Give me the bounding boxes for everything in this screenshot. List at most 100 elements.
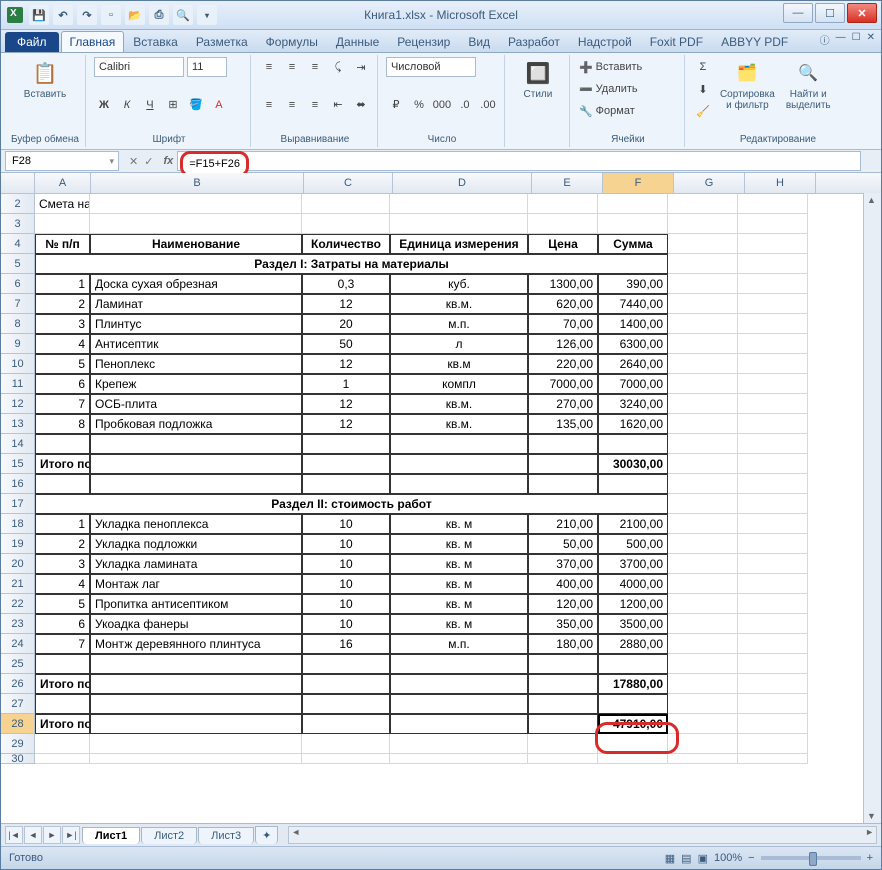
cell[interactable]: Пеноплекс bbox=[90, 354, 302, 374]
sheet-nav-prev-icon[interactable]: ◄ bbox=[24, 826, 42, 844]
cell[interactable]: Итого по материалам bbox=[35, 454, 90, 474]
row-header[interactable]: 3 bbox=[1, 214, 35, 234]
zoom-level[interactable]: 100% bbox=[714, 852, 742, 864]
cell[interactable]: 10 bbox=[302, 574, 390, 594]
cell[interactable]: 3 bbox=[35, 554, 90, 574]
cell[interactable] bbox=[598, 734, 668, 754]
cell[interactable] bbox=[738, 414, 808, 434]
col-header-b[interactable]: B bbox=[91, 173, 304, 193]
cell[interactable] bbox=[90, 714, 302, 734]
cell[interactable]: Раздел I: Затраты на материалы bbox=[35, 254, 668, 274]
tab-home[interactable]: Главная bbox=[61, 31, 125, 52]
sheet-tab-3[interactable]: Лист3 bbox=[198, 827, 254, 844]
cell[interactable] bbox=[90, 674, 302, 694]
cell[interactable]: 10 bbox=[302, 614, 390, 634]
cell[interactable] bbox=[668, 754, 738, 764]
file-tab[interactable]: Файл bbox=[5, 32, 59, 52]
cell[interactable] bbox=[528, 694, 598, 714]
cell[interactable]: 270,00 bbox=[528, 394, 598, 414]
open-icon[interactable]: 📂 bbox=[125, 5, 145, 25]
cell[interactable]: 50 bbox=[302, 334, 390, 354]
cell[interactable] bbox=[668, 214, 738, 234]
cell[interactable] bbox=[35, 434, 90, 454]
doc-minimize-icon[interactable]: — bbox=[836, 32, 846, 47]
row-header[interactable]: 25 bbox=[1, 654, 35, 674]
cell[interactable] bbox=[302, 194, 390, 214]
cell[interactable] bbox=[668, 634, 738, 654]
cell[interactable] bbox=[668, 674, 738, 694]
cell[interactable] bbox=[668, 514, 738, 534]
cell[interactable] bbox=[668, 314, 738, 334]
cell[interactable] bbox=[528, 214, 598, 234]
cell[interactable] bbox=[35, 474, 90, 494]
delete-cells-button[interactable]: ➖Удалить bbox=[578, 79, 678, 99]
row-header[interactable]: 7 bbox=[1, 294, 35, 314]
cell[interactable]: Монтаж лаг bbox=[90, 574, 302, 594]
cell[interactable] bbox=[668, 454, 738, 474]
cell[interactable] bbox=[738, 234, 808, 254]
cell[interactable] bbox=[390, 674, 528, 694]
undo-icon[interactable]: ↶ bbox=[53, 5, 73, 25]
cell[interactable]: 20 bbox=[302, 314, 390, 334]
doc-close-icon[interactable]: ✕ bbox=[867, 32, 875, 47]
cell[interactable]: 8 bbox=[35, 414, 90, 434]
cell[interactable] bbox=[390, 654, 528, 674]
zoom-out-button[interactable]: − bbox=[748, 852, 754, 864]
enter-formula-icon[interactable]: ✓ bbox=[144, 155, 153, 168]
col-header-a[interactable]: A bbox=[35, 173, 91, 193]
cell[interactable]: 390,00 bbox=[598, 274, 668, 294]
cell[interactable] bbox=[668, 534, 738, 554]
new-icon[interactable]: ▫ bbox=[101, 5, 121, 25]
cell[interactable]: Смета на работы bbox=[35, 194, 90, 214]
cell[interactable]: 10 bbox=[302, 554, 390, 574]
cell[interactable]: Ламинат bbox=[90, 294, 302, 314]
row-header[interactable]: 5 bbox=[1, 254, 35, 274]
cell[interactable]: 7000,00 bbox=[598, 374, 668, 394]
cell[interactable] bbox=[528, 454, 598, 474]
cell[interactable]: 6 bbox=[35, 374, 90, 394]
cell[interactable] bbox=[668, 374, 738, 394]
grid-body[interactable]: 2Смета на работы34№ п/пНаименованиеКолич… bbox=[1, 194, 881, 823]
cell[interactable]: Монтж деревянного плинтуса bbox=[90, 634, 302, 654]
italic-button[interactable]: К bbox=[117, 95, 137, 115]
format-cells-button[interactable]: 🔧Формат bbox=[578, 101, 678, 121]
cell[interactable]: Доска сухая обрезная bbox=[90, 274, 302, 294]
view-break-icon[interactable]: ▣ bbox=[698, 852, 708, 865]
row-header[interactable]: 11 bbox=[1, 374, 35, 394]
tab-abbyy[interactable]: ABBYY PDF bbox=[712, 31, 797, 52]
maximize-button[interactable]: ☐ bbox=[815, 3, 845, 23]
font-color-button[interactable]: A bbox=[209, 95, 229, 115]
cell[interactable] bbox=[390, 754, 528, 764]
cell[interactable] bbox=[668, 334, 738, 354]
view-normal-icon[interactable]: ▦ bbox=[665, 852, 675, 865]
row-header[interactable]: 6 bbox=[1, 274, 35, 294]
cell[interactable] bbox=[738, 254, 808, 274]
cell[interactable]: № п/п bbox=[35, 234, 90, 254]
cell[interactable] bbox=[668, 254, 738, 274]
cell[interactable] bbox=[738, 554, 808, 574]
cell[interactable] bbox=[390, 454, 528, 474]
doc-restore-icon[interactable]: ☐ bbox=[852, 32, 861, 47]
fill-icon[interactable]: ⬇ bbox=[693, 79, 713, 99]
cell[interactable] bbox=[390, 434, 528, 454]
cell[interactable]: л bbox=[390, 334, 528, 354]
cell[interactable]: 2 bbox=[35, 534, 90, 554]
percent-icon[interactable]: % bbox=[409, 95, 429, 115]
cell[interactable]: 3500,00 bbox=[598, 614, 668, 634]
align-right-icon[interactable]: ≡ bbox=[305, 95, 325, 115]
cell[interactable] bbox=[302, 434, 390, 454]
cell[interactable] bbox=[598, 654, 668, 674]
cell[interactable] bbox=[302, 734, 390, 754]
cell[interactable] bbox=[390, 694, 528, 714]
cell[interactable]: Итого по стоимости работ bbox=[35, 674, 90, 694]
cell[interactable]: кв.м. bbox=[390, 294, 528, 314]
border-button[interactable]: ⊞ bbox=[163, 95, 183, 115]
cell[interactable]: 6 bbox=[35, 614, 90, 634]
cell[interactable]: м.п. bbox=[390, 634, 528, 654]
cell[interactable] bbox=[90, 454, 302, 474]
cell[interactable] bbox=[738, 514, 808, 534]
number-format-combo[interactable]: Числовой bbox=[386, 57, 476, 77]
cell[interactable]: 7 bbox=[35, 634, 90, 654]
orientation-icon[interactable]: ⤹ bbox=[328, 57, 348, 77]
cell[interactable] bbox=[35, 734, 90, 754]
